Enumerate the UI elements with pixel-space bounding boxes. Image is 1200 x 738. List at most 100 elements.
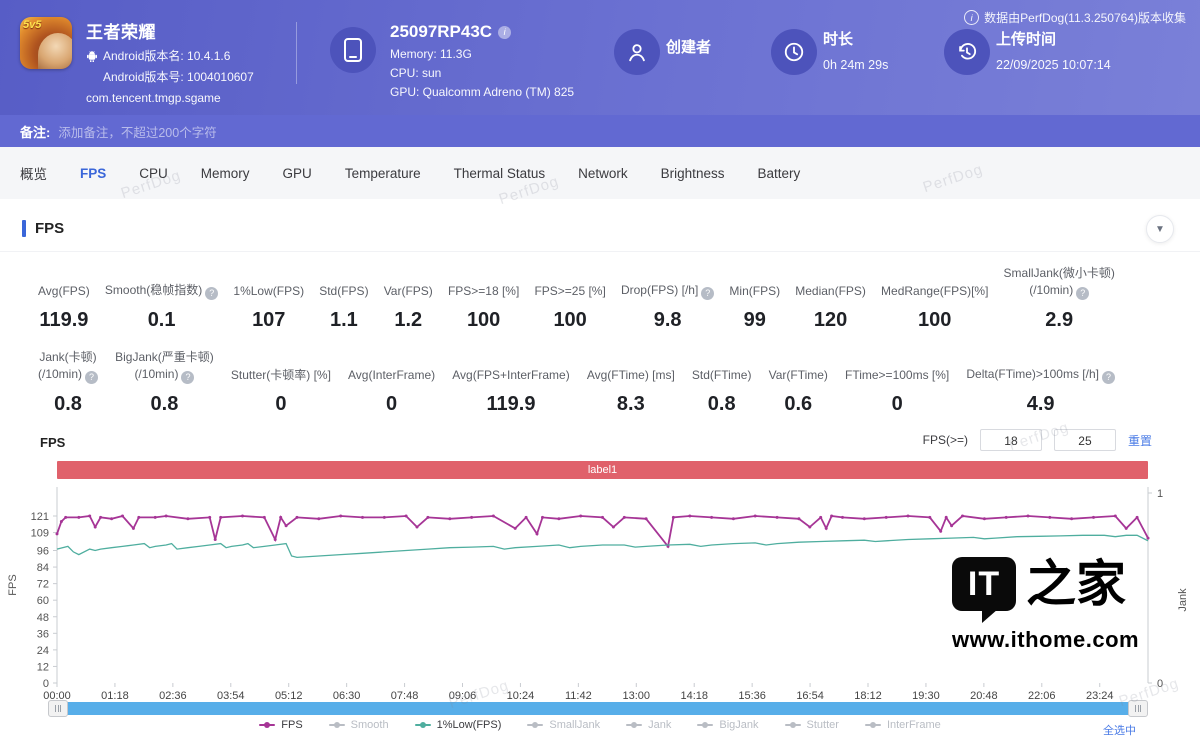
stat-r2-2: Stutter(卡顿率) [%]0 — [231, 367, 331, 416]
reset-link[interactable]: 重置 — [1128, 432, 1152, 449]
help-icon[interactable]: ? — [181, 371, 194, 384]
duration-value: 0h 24m 29s — [823, 58, 888, 72]
device-cpu: CPU: sun — [390, 66, 574, 80]
legend-marker — [785, 724, 801, 726]
duration-block: 时长 0h 24m 29s — [823, 28, 888, 72]
stat-r2-4: Avg(FPS+InterFrame)119.9 — [452, 367, 569, 416]
svg-text:0: 0 — [43, 678, 49, 690]
stat-label: Avg(FPS) — [38, 283, 90, 300]
legend-label: InterFrame — [887, 719, 941, 731]
help-icon[interactable]: ? — [1102, 371, 1115, 384]
scrollbar-left-handle[interactable] — [48, 700, 68, 717]
chart-title: FPS — [40, 435, 65, 450]
svg-text:24: 24 — [37, 645, 49, 657]
legend-marker — [626, 724, 642, 726]
svg-text:12: 12 — [37, 661, 49, 673]
note-input[interactable]: 备注: 添加备注，不超过200个字符 — [0, 115, 1200, 147]
svg-text:09:06: 09:06 — [449, 690, 477, 702]
svg-text:07:48: 07:48 — [391, 690, 419, 702]
svg-text:10:24: 10:24 — [507, 690, 535, 702]
series-1-low-fps- — [57, 535, 1148, 557]
chart-range-scrollbar[interactable] — [55, 702, 1147, 715]
legend-item-fps[interactable]: FPS — [259, 719, 302, 731]
stat-label: Delta(FTime)>100ms [/h]? — [966, 366, 1115, 384]
legend-select-all[interactable]: 全选中 — [1103, 722, 1136, 738]
tab-network[interactable]: Network — [578, 166, 628, 181]
stat-r2-0: Jank(卡顿)(/10min)?0.8 — [38, 349, 98, 416]
stat-value: 0 — [231, 393, 331, 416]
legend-marker — [329, 724, 345, 726]
stat-value: 99 — [729, 309, 780, 332]
stat-label: MedRange(FPS)[%] — [881, 283, 988, 300]
tab-memory[interactable]: Memory — [201, 166, 250, 181]
device-memory: Memory: 11.3G — [390, 47, 574, 61]
legend-item-interframe[interactable]: InterFrame — [865, 719, 941, 731]
help-icon[interactable]: ? — [701, 287, 714, 300]
svg-text:03:54: 03:54 — [217, 690, 245, 702]
stat-value: 100 — [881, 309, 988, 332]
svg-text:05:12: 05:12 — [275, 690, 303, 702]
ithome-watermark: IT 之家 www.ithome.com — [952, 557, 1162, 653]
tab-概览[interactable]: 概览 — [20, 163, 47, 183]
ithome-logo-bubble: IT — [952, 557, 1016, 611]
device-info-icon[interactable]: i — [498, 26, 511, 39]
svg-text:Jank: Jank — [1177, 588, 1189, 612]
svg-text:84: 84 — [37, 562, 49, 574]
stat-r1-5: FPS>=18 [%]100 — [448, 283, 519, 332]
stat-label: Avg(FTime) [ms] — [587, 367, 675, 384]
chart-region-label[interactable]: label1 — [57, 461, 1148, 479]
scrollbar-right-handle[interactable] — [1128, 700, 1148, 717]
tab-gpu[interactable]: GPU — [283, 166, 312, 181]
device-gpu: GPU: Qualcomm Adreno (TM) 825 — [390, 85, 574, 99]
svg-text:23:24: 23:24 — [1086, 690, 1114, 702]
help-icon[interactable]: ? — [1076, 287, 1089, 300]
svg-text:1: 1 — [1157, 488, 1163, 500]
legend-label: Stutter — [807, 719, 839, 731]
stat-r1-6: FPS>=25 [%]100 — [534, 283, 605, 332]
tab-brightness[interactable]: Brightness — [661, 166, 725, 181]
legend-label: 1%Low(FPS) — [437, 719, 502, 731]
stat-label: Std(FTime) — [692, 367, 752, 384]
svg-text:18:12: 18:12 — [854, 690, 882, 702]
stat-r1-10: MedRange(FPS)[%] 100 — [881, 283, 988, 332]
legend-item-stutter[interactable]: Stutter — [785, 719, 839, 731]
tab-fps[interactable]: FPS — [80, 166, 106, 181]
stat-label: Drop(FPS) [/h]? — [621, 282, 714, 300]
note-placeholder: 添加备注，不超过200个字符 — [58, 122, 216, 141]
help-icon[interactable]: ? — [85, 371, 98, 384]
svg-text:22:06: 22:06 — [1028, 690, 1056, 702]
fps-panel: FPS ▼ Avg(FPS)119.9Smooth(稳帧指数)?0.11%Low… — [0, 199, 1200, 732]
legend-item-1-low-fps-[interactable]: 1%Low(FPS) — [415, 719, 502, 731]
legend-item-smooth[interactable]: Smooth — [329, 719, 389, 731]
upload-icon-circle — [944, 29, 990, 75]
tab-temperature[interactable]: Temperature — [345, 166, 421, 181]
legend-item-jank[interactable]: Jank — [626, 719, 671, 731]
legend-marker — [865, 724, 881, 726]
help-icon[interactable]: ? — [205, 287, 218, 300]
fps-stats-row-1: Avg(FPS)119.9Smooth(稳帧指数)?0.11%Low(FPS)1… — [38, 265, 1115, 332]
app-name: 王者荣耀 — [86, 18, 254, 43]
series-fps — [57, 516, 1148, 546]
stat-value: 0 — [348, 393, 435, 416]
header-divider — [296, 22, 297, 84]
creator-block: 创建者 — [666, 36, 711, 57]
svg-text:20:48: 20:48 — [970, 690, 998, 702]
legend-item-bigjank[interactable]: BigJank — [697, 719, 758, 731]
tab-battery[interactable]: Battery — [757, 166, 800, 181]
svg-text:13:00: 13:00 — [623, 690, 651, 702]
svg-text:19:30: 19:30 — [912, 690, 940, 702]
tab-cpu[interactable]: CPU — [139, 166, 168, 181]
legend-marker — [697, 724, 713, 726]
stat-label: FPS>=18 [%] — [448, 283, 519, 300]
tab-thermal-status[interactable]: Thermal Status — [454, 166, 546, 181]
legend-item-smalljank[interactable]: SmallJank — [527, 719, 600, 731]
stat-value: 107 — [233, 309, 304, 332]
perfdog-report-page: i 数据由PerfDog(11.3.250764)版本收集 5v5 王者荣耀 A… — [0, 0, 1200, 732]
legend-label: FPS — [281, 719, 302, 731]
collapse-section-button[interactable]: ▼ — [1146, 215, 1174, 243]
stat-r2-1: BigJank(严重卡顿)(/10min)?0.8 — [115, 349, 214, 416]
fps-threshold-input-2[interactable]: 25 — [1054, 429, 1116, 451]
stat-r1-1: Smooth(稳帧指数)?0.1 — [105, 282, 218, 332]
fps-threshold-input-1[interactable]: 18 — [980, 429, 1042, 451]
stat-label: FTime>=100ms [%] — [845, 367, 949, 384]
